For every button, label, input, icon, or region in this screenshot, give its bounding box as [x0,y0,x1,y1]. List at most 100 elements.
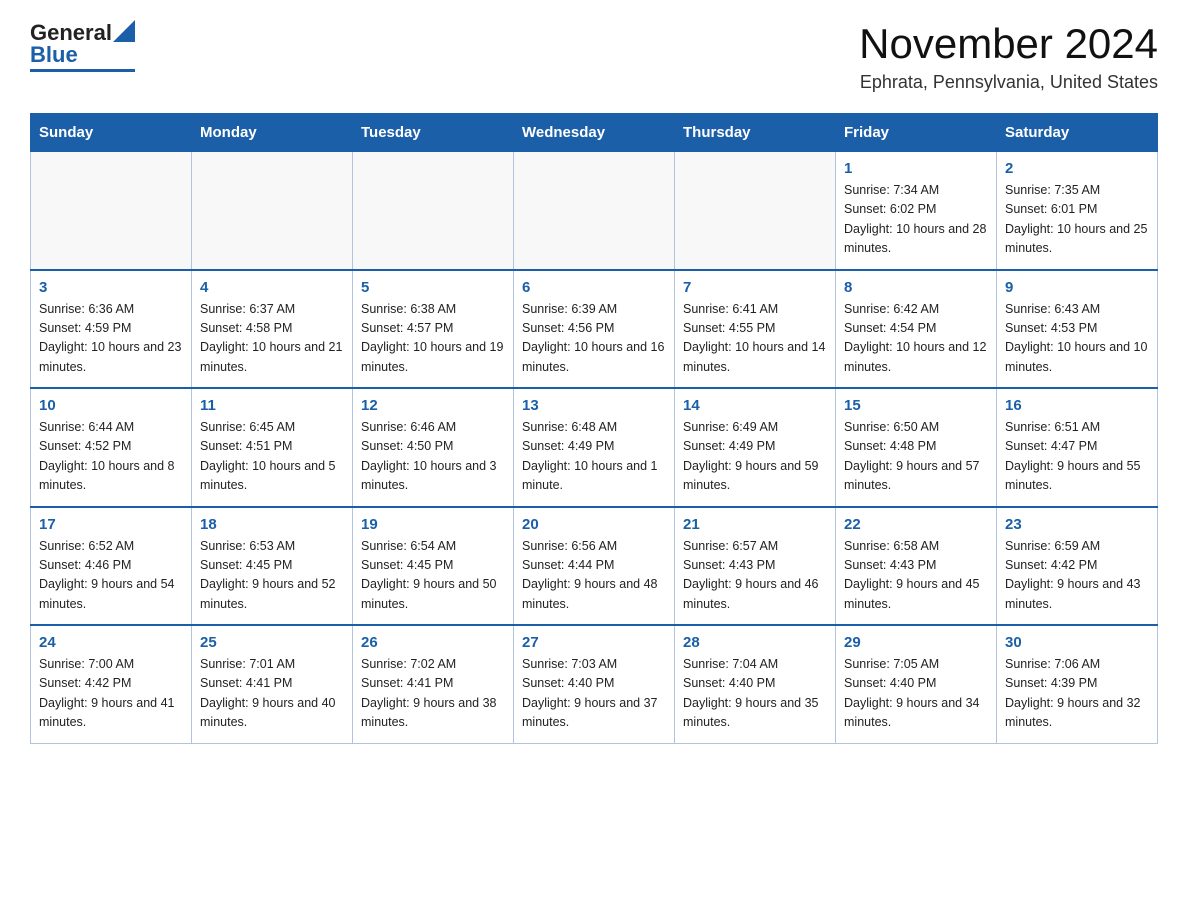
calendar-cell: 13 Sunrise: 6:48 AM Sunset: 4:49 PM Dayli… [514,388,675,507]
calendar-cell: 27Sunrise: 7:03 AM Sunset: 4:40 PM Dayli… [514,625,675,743]
calendar-cell: 7 Sunrise: 6:41 AM Sunset: 4:55 PM Daylig… [675,270,836,389]
day-info: Sunrise: 6:59 AM Sunset: 4:42 PM Dayligh… [1005,537,1149,615]
calendar-cell [353,152,514,270]
day-info: Sunrise: 6:48 AM Sunset: 4:49 PM Dayligh… [522,418,666,496]
weekday-header-monday: Monday [192,114,353,152]
logo-triangle-icon [113,20,135,42]
calendar-week-row: 10Sunrise: 6:44 AM Sunset: 4:52 PM Dayli… [31,388,1158,507]
weekday-header-wednesday: Wednesday [514,114,675,152]
day-number: 1 [844,160,988,177]
day-info: Sunrise: 6:36 AM Sunset: 4:59 PM Dayligh… [39,300,183,378]
day-info: Sunrise: 6:44 AM Sunset: 4:52 PM Dayligh… [39,418,183,496]
day-number: 25 [200,634,344,651]
calendar-cell: 24 Sunrise: 7:00 AM Sunset: 4:42 PM Dayli… [31,625,192,743]
day-number: 17 [39,516,183,533]
day-number: 26 [361,634,505,651]
day-number: 18 [200,516,344,533]
day-number: 4 [200,279,344,296]
day-info: Sunrise: 6:45 AM Sunset: 4:51 PM Dayligh… [200,418,344,496]
calendar-cell: 26 Sunrise: 7:02 AM Sunset: 4:41 PM Dayli… [353,625,514,743]
day-info: Sunrise: 6:46 AM Sunset: 4:50 PM Dayligh… [361,418,505,496]
calendar-cell: 20 Sunrise: 6:56 AM Sunset: 4:44 PM Dayli… [514,507,675,626]
day-info: Sunrise: 6:53 AM Sunset: 4:45 PM Dayligh… [200,537,344,615]
calendar-cell: 1 Sunrise: 7:34 AM Sunset: 6:02 PM Daylig… [836,152,997,270]
month-title: November 2024 [859,20,1158,68]
day-number: 13 [522,397,666,414]
calendar-cell: 8 Sunrise: 6:42 AM Sunset: 4:54 PM Daylig… [836,270,997,389]
day-info: Sunrise: 6:52 AM Sunset: 4:46 PM Dayligh… [39,537,183,615]
day-info: Sunrise: 6:41 AM Sunset: 4:55 PM Dayligh… [683,300,827,378]
day-info: Sunrise: 7:01 AM Sunset: 4:41 PM Dayligh… [200,655,344,733]
calendar-cell: 25 Sunrise: 7:01 AM Sunset: 4:41 PM Dayli… [192,625,353,743]
calendar-cell: 4 Sunrise: 6:37 AM Sunset: 4:58 PM Daylig… [192,270,353,389]
day-number: 29 [844,634,988,651]
weekday-header-thursday: Thursday [675,114,836,152]
day-info: Sunrise: 6:56 AM Sunset: 4:44 PM Dayligh… [522,537,666,615]
day-number: 2 [1005,160,1149,177]
calendar-cell: 11Sunrise: 6:45 AM Sunset: 4:51 PM Dayli… [192,388,353,507]
day-number: 5 [361,279,505,296]
location-title: Ephrata, Pennsylvania, United States [859,72,1158,93]
day-number: 24 [39,634,183,651]
day-info: Sunrise: 6:38 AM Sunset: 4:57 PM Dayligh… [361,300,505,378]
calendar-cell: 23 Sunrise: 6:59 AM Sunset: 4:42 PM Dayli… [997,507,1158,626]
day-number: 8 [844,279,988,296]
day-info: Sunrise: 6:51 AM Sunset: 4:47 PM Dayligh… [1005,418,1149,496]
day-info: Sunrise: 6:50 AM Sunset: 4:48 PM Dayligh… [844,418,988,496]
day-info: Sunrise: 7:02 AM Sunset: 4:41 PM Dayligh… [361,655,505,733]
day-info: Sunrise: 7:05 AM Sunset: 4:40 PM Dayligh… [844,655,988,733]
page-header: General Blue November 2024 Ephrata, Penn… [30,20,1158,93]
day-info: Sunrise: 6:39 AM Sunset: 4:56 PM Dayligh… [522,300,666,378]
day-info: Sunrise: 6:49 AM Sunset: 4:49 PM Dayligh… [683,418,827,496]
calendar-week-row: 3 Sunrise: 6:36 AM Sunset: 4:59 PM Daylig… [31,270,1158,389]
calendar-cell: 16 Sunrise: 6:51 AM Sunset: 4:47 PM Dayli… [997,388,1158,507]
calendar-cell [675,152,836,270]
calendar-cell: 10Sunrise: 6:44 AM Sunset: 4:52 PM Dayli… [31,388,192,507]
calendar-cell: 30Sunrise: 7:06 AM Sunset: 4:39 PM Dayli… [997,625,1158,743]
day-info: Sunrise: 7:00 AM Sunset: 4:42 PM Dayligh… [39,655,183,733]
day-info: Sunrise: 6:57 AM Sunset: 4:43 PM Dayligh… [683,537,827,615]
day-number: 23 [1005,516,1149,533]
logo: General Blue [30,20,135,72]
calendar-cell: 21 Sunrise: 6:57 AM Sunset: 4:43 PM Dayli… [675,507,836,626]
calendar-week-row: 1 Sunrise: 7:34 AM Sunset: 6:02 PM Daylig… [31,152,1158,270]
day-info: Sunrise: 6:42 AM Sunset: 4:54 PM Dayligh… [844,300,988,378]
calendar-cell [192,152,353,270]
weekday-header-row: SundayMondayTuesdayWednesdayThursdayFrid… [31,114,1158,152]
day-info: Sunrise: 7:35 AM Sunset: 6:01 PM Dayligh… [1005,181,1149,259]
calendar-cell: 9Sunrise: 6:43 AM Sunset: 4:53 PM Daylig… [997,270,1158,389]
day-info: Sunrise: 7:04 AM Sunset: 4:40 PM Dayligh… [683,655,827,733]
day-info: Sunrise: 7:34 AM Sunset: 6:02 PM Dayligh… [844,181,988,259]
logo-line [30,69,135,72]
day-number: 15 [844,397,988,414]
title-area: November 2024 Ephrata, Pennsylvania, Uni… [859,20,1158,93]
calendar-cell [514,152,675,270]
day-number: 30 [1005,634,1149,651]
calendar-cell: 28 Sunrise: 7:04 AM Sunset: 4:40 PM Dayli… [675,625,836,743]
calendar-cell: 14 Sunrise: 6:49 AM Sunset: 4:49 PM Dayli… [675,388,836,507]
day-info: Sunrise: 6:37 AM Sunset: 4:58 PM Dayligh… [200,300,344,378]
day-number: 7 [683,279,827,296]
calendar-cell: 5 Sunrise: 6:38 AM Sunset: 4:57 PM Daylig… [353,270,514,389]
calendar-cell: 3 Sunrise: 6:36 AM Sunset: 4:59 PM Daylig… [31,270,192,389]
day-number: 20 [522,516,666,533]
logo-blue-text: Blue [30,43,78,67]
day-number: 14 [683,397,827,414]
weekday-header-friday: Friday [836,114,997,152]
calendar-cell: 2 Sunrise: 7:35 AM Sunset: 6:01 PM Daylig… [997,152,1158,270]
day-number: 16 [1005,397,1149,414]
day-number: 28 [683,634,827,651]
day-number: 22 [844,516,988,533]
calendar-table: SundayMondayTuesdayWednesdayThursdayFrid… [30,113,1158,744]
day-number: 21 [683,516,827,533]
calendar-cell: 15 Sunrise: 6:50 AM Sunset: 4:48 PM Dayli… [836,388,997,507]
day-number: 12 [361,397,505,414]
calendar-cell: 12 Sunrise: 6:46 AM Sunset: 4:50 PM Dayli… [353,388,514,507]
day-number: 3 [39,279,183,296]
calendar-week-row: 17 Sunrise: 6:52 AM Sunset: 4:46 PM Dayli… [31,507,1158,626]
day-info: Sunrise: 6:54 AM Sunset: 4:45 PM Dayligh… [361,537,505,615]
weekday-header-saturday: Saturday [997,114,1158,152]
day-info: Sunrise: 6:58 AM Sunset: 4:43 PM Dayligh… [844,537,988,615]
calendar-cell: 22 Sunrise: 6:58 AM Sunset: 4:43 PM Dayli… [836,507,997,626]
calendar-cell: 6Sunrise: 6:39 AM Sunset: 4:56 PM Daylig… [514,270,675,389]
